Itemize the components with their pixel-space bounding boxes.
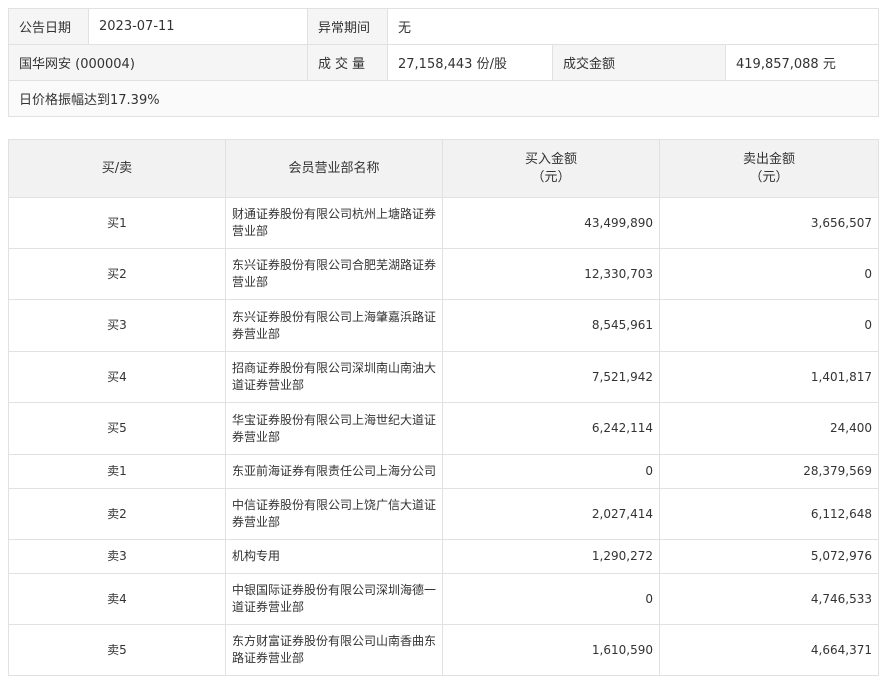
side-cell: 卖4: [8, 573, 226, 625]
table-row: 买4 招商证券股份有限公司深圳南山南油大道证券营业部 7,521,942 1,401,…: [8, 351, 879, 403]
sell-amount-cell: 4,664,371: [659, 624, 879, 676]
branch-name-cell: 华宝证券股份有限公司上海世纪大道证券营业部: [225, 402, 443, 455]
header-buy-amount: 买入金额 （元）: [442, 139, 660, 198]
info-row-date: 公告日期 2023-07-11 异常期间 无: [8, 8, 880, 45]
buy-amount-cell: 6,242,114: [442, 402, 660, 455]
sell-amount-cell: 0: [659, 248, 879, 300]
listing-reason: 日价格振幅达到17.39%: [7, 80, 880, 117]
sell-amount-cell: 0: [659, 299, 879, 352]
turnover-value: 419,857,088 元: [724, 44, 880, 81]
sell-amount-cell: 4,746,533: [659, 573, 879, 625]
announce-date-value: 2023-07-11: [88, 8, 308, 45]
sell-amount-cell: 28,379,569: [659, 454, 879, 489]
stock-name: 国华网安 (000004): [8, 44, 308, 81]
branch-name-cell: 财通证券股份有限公司杭州上塘路证券营业部: [225, 197, 443, 249]
branch-name-cell: 中银国际证券股份有限公司深圳海德一道证券营业部: [225, 573, 443, 625]
table-row: 买3 东兴证券股份有限公司上海肇嘉浜路证券营业部 8,545,961 0: [8, 299, 879, 352]
branch-name-cell: 东兴证券股份有限公司合肥芜湖路证券营业部: [225, 248, 443, 300]
branch-name-cell: 招商证券股份有限公司深圳南山南油大道证券营业部: [225, 351, 443, 403]
header-sell-amount-unit: （元）: [749, 169, 789, 185]
sell-amount-cell: 6,112,648: [659, 488, 879, 540]
buy-amount-cell: 0: [442, 454, 660, 489]
table-row: 买2 东兴证券股份有限公司合肥芜湖路证券营业部 12,330,703 0: [8, 248, 879, 300]
buy-amount-cell: 12,330,703: [442, 248, 660, 300]
side-cell: 买4: [8, 351, 226, 403]
table-row: 卖1 东亚前海证券有限责任公司上海分公司 0 28,379,569: [8, 454, 879, 489]
branch-name-cell: 东方财富证券股份有限公司山南香曲东路证券营业部: [225, 624, 443, 676]
volume-value: 27,158,443 份/股: [387, 44, 553, 81]
table-row: 卖4 中银国际证券股份有限公司深圳海德一道证券营业部 0 4,746,533: [8, 573, 879, 625]
side-cell: 卖3: [8, 539, 226, 574]
buy-amount-cell: 7,521,942: [442, 351, 660, 403]
sell-amount-cell: 1,401,817: [659, 351, 879, 403]
header-buy-amount-title: 买入金额: [524, 151, 577, 167]
sell-amount-cell: 5,072,976: [659, 539, 879, 574]
table-row: 买5 华宝证券股份有限公司上海世纪大道证券营业部 6,242,114 24,400: [8, 402, 879, 455]
side-cell: 卖2: [8, 488, 226, 540]
side-cell: 买3: [8, 299, 226, 352]
sell-amount-cell: 3,656,507: [659, 197, 879, 249]
buy-amount-cell: 2,027,414: [442, 488, 660, 540]
side-cell: 买2: [8, 248, 226, 300]
trading-seats-table: 买/卖 会员营业部名称 买入金额 （元） 卖出金额 （元） 买1 财通证券股份有限…: [8, 139, 879, 676]
buy-amount-cell: 1,610,590: [442, 624, 660, 676]
info-row-reason: 日价格振幅达到17.39%: [7, 80, 880, 117]
header-buy-amount-unit: （元）: [531, 169, 571, 185]
header-sell-amount: 卖出金额 （元）: [659, 139, 879, 198]
header-branch: 会员营业部名称: [225, 139, 443, 198]
announce-date-label: 公告日期: [8, 8, 89, 45]
table-row: 卖3 机构专用 1,290,272 5,072,976: [8, 539, 879, 574]
table-row: 买1 财通证券股份有限公司杭州上塘路证券营业部 43,499,890 3,656,50…: [8, 197, 879, 249]
abnormal-period-value: 无: [386, 8, 880, 45]
table-row: 卖2 中信证券股份有限公司上饶广信大道证券营业部 2,027,414 6,112,64…: [8, 488, 879, 540]
side-cell: 卖5: [8, 624, 226, 676]
table-body: 买1 财通证券股份有限公司杭州上塘路证券营业部 43,499,890 3,656,50…: [8, 197, 879, 676]
header-sell-amount-title: 卖出金额: [742, 151, 795, 167]
buy-amount-cell: 8,545,961: [442, 299, 660, 352]
abnormal-period-label: 异常期间: [307, 8, 388, 45]
header-side: 买/卖: [8, 139, 226, 198]
side-cell: 买5: [8, 402, 226, 455]
branch-name-cell: 中信证券股份有限公司上饶广信大道证券营业部: [225, 488, 443, 540]
volume-label: 成交量: [307, 44, 388, 81]
buy-amount-cell: 1,290,272: [442, 539, 660, 574]
table-row: 卖5 东方财富证券股份有限公司山南香曲东路证券营业部 1,610,590 4,664,…: [8, 624, 879, 676]
branch-name-cell: 机构专用: [225, 539, 443, 574]
side-cell: 买1: [8, 197, 226, 249]
branch-name-cell: 东兴证券股份有限公司上海肇嘉浜路证券营业部: [225, 299, 443, 352]
summary-info-table: 公告日期 2023-07-11 异常期间 无 国华网安 (000004) 成交量…: [7, 8, 880, 117]
buy-amount-cell: 43,499,890: [442, 197, 660, 249]
table-header-row: 买/卖 会员营业部名称 买入金额 （元） 卖出金额 （元）: [8, 139, 879, 198]
branch-name-cell: 东亚前海证券有限责任公司上海分公司: [225, 454, 443, 489]
sell-amount-cell: 24,400: [659, 402, 879, 455]
info-row-volume: 国华网安 (000004) 成交量 27,158,443 份/股 成交金额 41…: [8, 44, 880, 81]
turnover-label: 成交金额: [552, 44, 726, 81]
buy-amount-cell: 0: [442, 573, 660, 625]
side-cell: 卖1: [8, 454, 226, 489]
